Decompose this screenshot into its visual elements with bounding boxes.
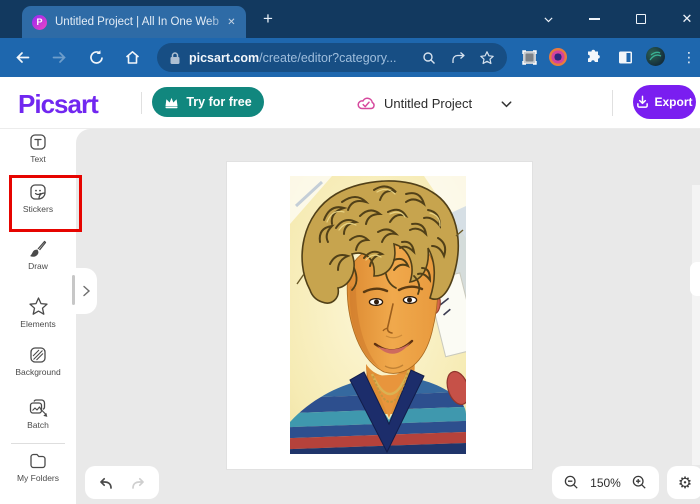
cloud-sync-icon (357, 97, 375, 110)
background-tool-icon (30, 347, 46, 363)
forward-icon[interactable] (51, 49, 68, 66)
picsart-extension-icon[interactable] (549, 48, 567, 66)
right-panel-handle[interactable] (690, 262, 700, 296)
maximize-button[interactable] (633, 0, 649, 38)
header-divider (612, 90, 613, 116)
chevron-right-icon (83, 285, 91, 297)
zoom-out-button[interactable] (563, 474, 580, 491)
reload-icon[interactable] (88, 49, 105, 66)
tab-title: Untitled Project | All In One Web (55, 16, 219, 28)
zoom-in-button[interactable] (631, 474, 648, 491)
sidebar-item-batch[interactable]: Batch (0, 398, 76, 430)
try-for-free-label: Try for free (186, 95, 252, 109)
browser-tab[interactable]: P Untitled Project | All In One Web ✕ (22, 6, 246, 38)
sidebar-item-draw[interactable]: Draw (0, 239, 76, 271)
browser-window: P Untitled Project | All In One Web ✕ + … (0, 0, 700, 504)
browser-menu-kebab-icon[interactable]: ⋮ (682, 47, 696, 67)
browser-titlebar: P Untitled Project | All In One Web ✕ + … (0, 0, 700, 38)
stickers-highlight-box (9, 175, 82, 232)
picsart-header: Picsart Try for free Untitled Project Ex… (0, 77, 700, 129)
address-bar[interactable]: picsart.com/create/editor?category... (157, 43, 507, 72)
history-controls (85, 466, 159, 499)
browser-toolbar: picsart.com/create/editor?category... ⋮ (0, 38, 700, 77)
window-close-button[interactable]: ✕ (679, 0, 695, 38)
sidebar-scrollbar[interactable] (72, 275, 75, 305)
bookmark-star-icon[interactable] (479, 50, 495, 66)
tab-search-chevron-icon[interactable] (540, 0, 556, 38)
extensions-puzzle-icon[interactable] (585, 49, 602, 66)
folder-icon (30, 453, 46, 469)
sidebar-item-label: Draw (28, 261, 48, 271)
canvas-image[interactable] (290, 176, 466, 454)
gear-icon: ⚙ (677, 473, 693, 492)
home-icon[interactable] (124, 49, 141, 66)
zoom-page-icon[interactable] (421, 50, 437, 66)
export-button[interactable]: Export (633, 85, 696, 119)
download-icon (637, 95, 649, 108)
sidebar-divider (11, 443, 65, 444)
screenshot-extension-icon[interactable] (521, 49, 538, 66)
url-domain: picsart.com (189, 50, 260, 65)
editor-content: 150% ⚙ Text Stickers Draw Elements Backg… (0, 129, 700, 504)
side-panel-icon[interactable] (617, 49, 634, 66)
sidebar-item-background[interactable]: Background (0, 345, 76, 377)
sidebar-item-my-folders[interactable]: My Folders (0, 451, 76, 483)
project-chevron-down-icon[interactable] (500, 98, 513, 111)
settings-button[interactable]: ⚙ (667, 466, 700, 499)
elements-tool-icon (28, 297, 48, 315)
project-title[interactable]: Untitled Project (384, 96, 472, 111)
lock-icon (170, 51, 180, 64)
url-path: /create/editor?category... (259, 50, 397, 65)
back-icon[interactable] (14, 49, 31, 66)
profile-avatar[interactable] (646, 47, 665, 66)
batch-tool-icon (29, 399, 47, 417)
minimize-button[interactable] (586, 0, 602, 38)
export-label: Export (654, 95, 693, 109)
share-icon[interactable] (450, 50, 466, 66)
picsart-logo[interactable]: Picsart (18, 89, 99, 120)
header-divider (141, 92, 142, 114)
canvas-workspace[interactable]: 150% ⚙ (76, 129, 700, 504)
right-panel-collapsed (692, 185, 700, 465)
new-tab-button[interactable]: + (259, 10, 277, 28)
sidebar-item-label: My Folders (16, 473, 60, 483)
sidebar-item-text[interactable]: Text (0, 132, 76, 164)
zoom-controls: 150% (552, 466, 659, 499)
sidebar-item-elements[interactable]: Elements (0, 296, 76, 329)
left-panel-expand-handle[interactable] (76, 268, 97, 314)
editor-canvas[interactable] (227, 162, 532, 469)
undo-button[interactable] (96, 474, 114, 491)
sidebar-item-label: Background (15, 367, 61, 377)
draw-tool-icon (30, 240, 47, 257)
tab-close-icon[interactable]: ✕ (224, 15, 239, 30)
sidebar-item-label: Elements (20, 319, 56, 329)
sidebar-item-label: Batch (27, 420, 49, 430)
redo-button[interactable] (130, 474, 148, 491)
picsart-favicon-icon: P (32, 15, 47, 30)
crown-icon (165, 97, 178, 108)
text-tool-icon (30, 134, 46, 150)
sidebar-item-label: Text (30, 154, 46, 164)
zoom-level[interactable]: 150% (590, 476, 621, 490)
try-for-free-button[interactable]: Try for free (152, 87, 264, 117)
